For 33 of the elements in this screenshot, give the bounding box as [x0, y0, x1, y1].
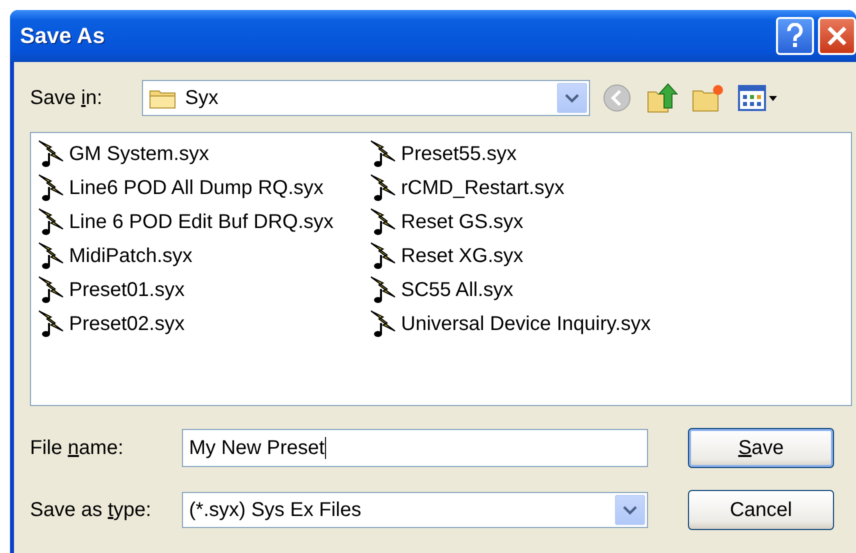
save-as-type-dropdown[interactable]: (*.syx) Sys Ex Files	[182, 492, 648, 528]
file-name-field[interactable]: My New Preset	[182, 429, 648, 467]
file-item[interactable]: Reset XG.syx	[369, 239, 851, 273]
file-item[interactable]: Line 6 POD Edit Buf DRQ.syx	[37, 205, 369, 239]
back-icon[interactable]	[602, 83, 632, 113]
save-button[interactable]: Save	[688, 428, 834, 468]
file-item[interactable]: rCMD_Restart.syx	[369, 171, 851, 205]
chevron-down-icon	[622, 504, 638, 516]
file-name-label: File name:	[30, 436, 124, 460]
close-icon	[826, 25, 848, 47]
new-folder-icon[interactable]	[692, 83, 724, 113]
file-item[interactable]: Universal Device Inquiry.syx	[369, 307, 851, 341]
cancel-button[interactable]: Cancel	[688, 490, 834, 530]
file-item[interactable]: Preset55.syx	[369, 137, 851, 171]
dropdown-button[interactable]	[557, 83, 587, 113]
chevron-down-icon	[564, 92, 580, 104]
help-button[interactable]	[776, 17, 814, 55]
file-item[interactable]: GM System.syx	[37, 137, 369, 171]
close-button[interactable]	[818, 17, 856, 55]
save-in-dropdown[interactable]: Syx	[142, 80, 590, 116]
up-folder-icon[interactable]	[646, 82, 678, 114]
file-item[interactable]: SC55 All.syx	[369, 273, 851, 307]
file-item[interactable]: Line6 POD All Dump RQ.syx	[37, 171, 369, 205]
file-item[interactable]: MidiPatch.syx	[37, 239, 369, 273]
file-item[interactable]: Reset GS.syx	[369, 205, 851, 239]
save-as-type-label: Save as type:	[30, 498, 152, 522]
help-icon	[785, 23, 805, 49]
save-in-label: Save in:	[30, 86, 104, 110]
window-title: Save As	[20, 23, 106, 49]
view-menu-icon[interactable]	[738, 84, 778, 112]
dropdown-button[interactable]	[615, 495, 645, 525]
file-item[interactable]: Preset01.syx	[37, 273, 369, 307]
file-item[interactable]: Preset02.syx	[37, 307, 369, 341]
